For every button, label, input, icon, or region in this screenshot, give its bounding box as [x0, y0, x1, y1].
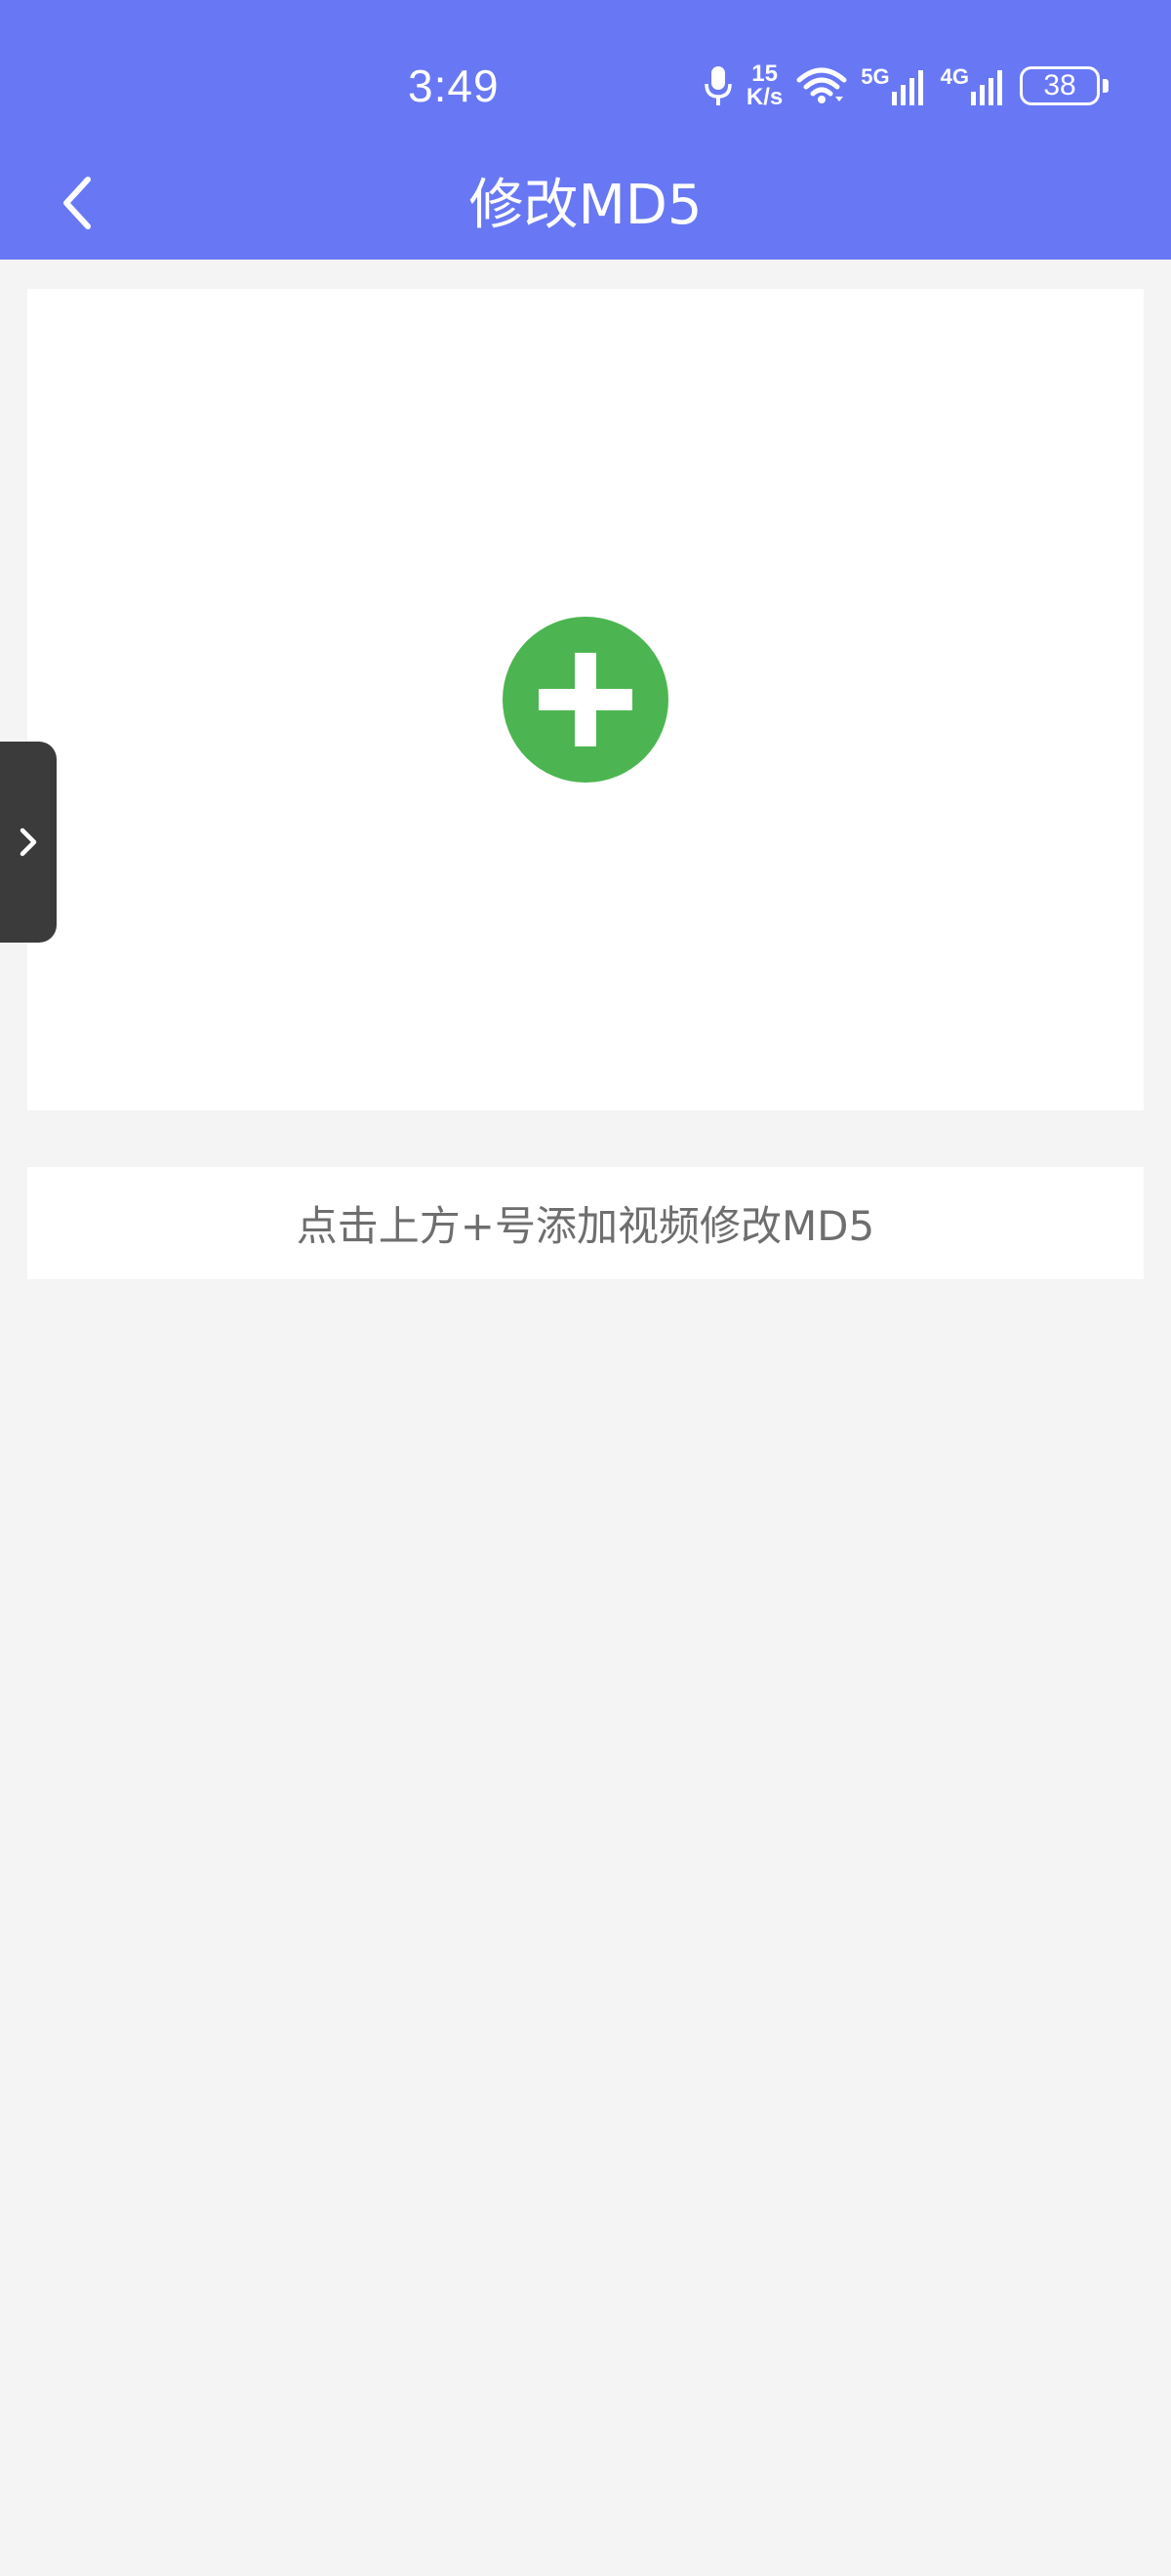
- signal-5g-label: 5G: [861, 64, 890, 89]
- app-header: 3:49 15 K/s 5G 4G 38 修改MD5: [0, 0, 1171, 260]
- battery-level: 38: [1020, 66, 1100, 105]
- status-icons: 15 K/s 5G 4G 38: [704, 60, 1109, 111]
- net-speed-value: 15: [751, 60, 778, 87]
- status-bar: 3:49 15 K/s 5G 4G 38: [0, 0, 1171, 146]
- wifi-icon: [796, 67, 847, 103]
- signal-5g-icon: 5G: [861, 66, 926, 105]
- chevron-right-icon: [20, 827, 37, 857]
- add-video-button[interactable]: [503, 617, 668, 783]
- title-bar: 修改MD5: [0, 146, 1171, 260]
- page-title: 修改MD5: [468, 174, 703, 237]
- net-speed: 15 K/s: [747, 62, 783, 109]
- battery-icon: 38: [1020, 66, 1109, 105]
- side-drawer-handle[interactable]: [0, 742, 57, 943]
- net-speed-unit: K/s: [746, 84, 784, 110]
- upload-area[interactable]: [27, 289, 1144, 1110]
- signal-4g-label: 4G: [940, 64, 969, 89]
- status-time: 3:49: [408, 60, 500, 111]
- signal-4g-icon: 4G: [941, 66, 1006, 105]
- mic-icon: [705, 66, 732, 105]
- hint-text: 点击上方+号添加视频修改MD5: [296, 1202, 875, 1250]
- hint-card: 点击上方+号添加视频修改MD5: [27, 1167, 1144, 1279]
- battery-tip: [1103, 79, 1109, 93]
